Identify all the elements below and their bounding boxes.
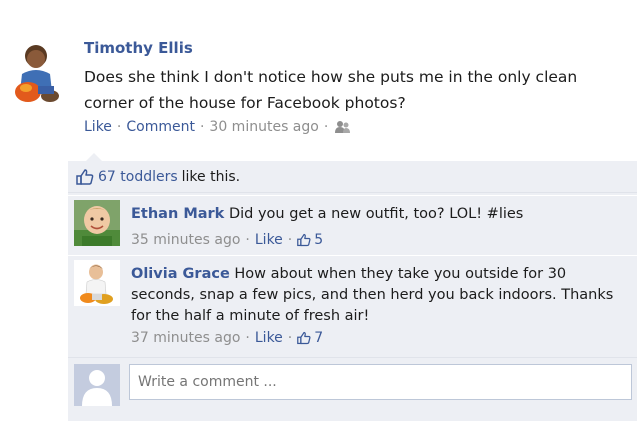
- thumbs-up-icon: [76, 168, 94, 186]
- comment-meta: 35 minutes ago · Like · 5: [131, 232, 323, 248]
- comment-timestamp[interactable]: 35 minutes ago: [131, 232, 240, 248]
- post-like-link[interactable]: Like: [84, 119, 112, 135]
- comment-composer: [68, 357, 637, 409]
- comment-meta: 37 minutes ago · Like · 7: [131, 330, 323, 346]
- post-author-avatar[interactable]: [8, 40, 66, 106]
- comment-text-block: Ethan Mark Did you get a new outfit, too…: [131, 204, 631, 225]
- post-actions: Like · Comment · 30 minutes ago ·: [84, 119, 351, 135]
- post-text: Does she think I don't notice how she pu…: [84, 68, 578, 112]
- separator-dot: ·: [323, 119, 329, 135]
- post-author-name[interactable]: Timothy Ellis: [84, 39, 193, 57]
- comment-like-count[interactable]: 7: [314, 330, 323, 346]
- post-comment-link[interactable]: Comment: [126, 119, 195, 135]
- thumbs-up-icon[interactable]: [297, 331, 311, 345]
- commenter-avatar[interactable]: [74, 200, 120, 246]
- thumbs-up-icon[interactable]: [297, 233, 311, 247]
- friends-icon[interactable]: [335, 120, 351, 134]
- separator-dot: ·: [116, 119, 122, 135]
- comment-like-link[interactable]: Like: [255, 330, 283, 346]
- commenter-name[interactable]: Ethan Mark: [131, 206, 224, 222]
- likes-summary: 67 toddlers like this.: [68, 161, 637, 193]
- comment-text: Did you get a new outfit, too? LOL! #lie…: [228, 206, 524, 222]
- comment-item: Ethan Mark Did you get a new outfit, too…: [68, 195, 637, 253]
- comment-input[interactable]: [129, 364, 632, 400]
- default-avatar: [74, 364, 120, 406]
- likes-count-link[interactable]: 67 toddlers: [98, 169, 178, 185]
- feedback-panel: 67 toddlers like this. Ethan Mark Did yo…: [68, 161, 637, 421]
- comment-item: Olivia Grace How about when they take yo…: [68, 255, 637, 352]
- commenter-name[interactable]: Olivia Grace: [131, 266, 230, 282]
- post-timestamp[interactable]: 30 minutes ago: [209, 119, 318, 135]
- comment-like-link[interactable]: Like: [255, 232, 283, 248]
- comment-like-count[interactable]: 5: [314, 232, 323, 248]
- comment-text-block: Olivia Grace How about when they take yo…: [131, 264, 631, 327]
- comment-timestamp[interactable]: 37 minutes ago: [131, 330, 240, 346]
- commenter-avatar[interactable]: [74, 260, 120, 306]
- separator-dot: ·: [287, 232, 293, 248]
- separator-dot: ·: [245, 232, 250, 248]
- separator-dot: ·: [245, 330, 250, 346]
- ufi-caret: [86, 153, 102, 161]
- likes-suffix: like this.: [181, 168, 241, 185]
- separator-dot: ·: [199, 119, 205, 135]
- separator-dot: ·: [287, 330, 293, 346]
